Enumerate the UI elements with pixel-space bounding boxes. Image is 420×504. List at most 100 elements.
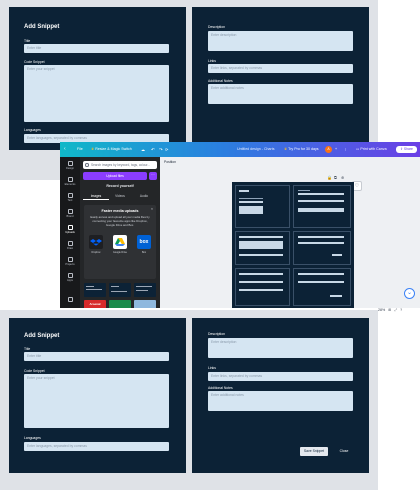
share-button[interactable]: ⇪ Share	[396, 146, 417, 153]
badge-thumbnail[interactable]	[134, 300, 156, 308]
search-icon	[85, 163, 89, 167]
box-logo-icon: box	[139, 239, 149, 245]
undo-icon[interactable]: ↶	[151, 142, 155, 157]
upload-files-button[interactable]: Upload files	[83, 172, 147, 180]
panel-title: Add Snippet	[24, 24, 60, 30]
code-snippet-label: Code Snippet	[24, 60, 45, 64]
uploads-search-input[interactable]: Search images by keyword, tags, colour..…	[83, 161, 157, 169]
faster-uploads-card: × Faster media uploads Easily access and…	[84, 205, 156, 279]
design-thumbnail	[293, 268, 351, 306]
active-tab-underline	[83, 199, 109, 200]
home-chevron-icon[interactable]: ‹	[64, 142, 66, 157]
additional-notes-label: Additional Notes	[208, 386, 233, 390]
user-avatar[interactable]: A	[325, 146, 332, 153]
rail-brand[interactable]: Brand	[60, 209, 80, 218]
duplicate-page-icon[interactable]: ⧉	[334, 175, 337, 180]
fullscreen-icon[interactable]: ⤢	[394, 308, 397, 312]
crest-thumbnail[interactable]	[109, 300, 131, 308]
rail-brand-label: Brand	[66, 215, 74, 218]
design-thumbnail	[235, 231, 290, 265]
tab-images[interactable]: Images	[83, 194, 109, 198]
scroll-down-button[interactable]: ⌄	[404, 288, 415, 299]
description-label: Description	[208, 332, 225, 336]
grid-view-icon[interactable]: ⊞	[388, 308, 391, 312]
rail-more[interactable]	[60, 297, 80, 303]
analytics-icon[interactable]: ⫶	[345, 142, 346, 157]
rail-apps[interactable]: Apps	[60, 273, 80, 282]
rail-elements[interactable]: Elements	[60, 177, 80, 186]
rail-projects[interactable]: Projects	[60, 257, 80, 266]
code-snippet-field[interactable]: Enter your snippet	[24, 374, 169, 428]
brand-icon	[67, 209, 73, 214]
add-collaborator-icon[interactable]: +	[335, 142, 337, 157]
draw-icon	[67, 241, 73, 246]
upload-thumbnail[interactable]	[84, 283, 106, 297]
upload-thumbnail[interactable]	[134, 283, 156, 297]
box-label: Box	[141, 251, 147, 254]
arsenal-thumbnail-text: Arsenal	[89, 302, 101, 306]
top-snippet-right-panel: Description Enter description Links Ente…	[192, 7, 369, 150]
print-with-canva-button[interactable]: ▭ Print with Canva	[356, 142, 387, 157]
title-field-label: Title	[24, 347, 31, 351]
design-title[interactable]: Untitled design - Charts	[237, 142, 275, 157]
rail-uploads-label: Uploads	[65, 231, 75, 234]
share-icon: ⇪	[400, 147, 403, 151]
title-field[interactable]: Enter title	[24, 44, 169, 53]
close-button[interactable]: Close	[336, 447, 352, 456]
design-page[interactable]	[232, 182, 354, 308]
design-thumbnail	[235, 268, 290, 306]
rail-text[interactable]: Text	[60, 193, 80, 202]
languages-label: Languages	[24, 128, 41, 132]
try-pro-label: Try Pro for 30 days	[288, 147, 319, 151]
description-field[interactable]: Enter description	[208, 31, 353, 51]
tab-videos[interactable]: Videos	[107, 194, 133, 198]
panel-title: Add Snippet	[24, 333, 60, 339]
rail-uploads[interactable]: Uploads	[60, 225, 80, 234]
additional-notes-label: Additional Notes	[208, 79, 233, 83]
dropbox-app[interactable]	[89, 235, 103, 249]
description-label: Description	[208, 25, 225, 29]
magic-switch-button[interactable]: ♛ Resize & Magic Switch	[91, 142, 132, 157]
links-field[interactable]: Enter links, separated by commas	[208, 64, 353, 73]
upload-more-options-button[interactable]: ···	[149, 172, 157, 180]
tab-audio[interactable]: Audio	[131, 194, 157, 198]
cloud-save-icon[interactable]: ☁	[141, 142, 145, 157]
add-page-icon[interactable]: ⊕	[341, 175, 344, 180]
rail-draw-label: Draw	[66, 247, 74, 250]
record-yourself-button[interactable]: Record yourself	[80, 184, 160, 188]
rail-design[interactable]: Design	[60, 161, 80, 170]
position-toolbar-label[interactable]: Position	[164, 160, 176, 164]
save-snippet-button[interactable]: Save Snippet	[300, 447, 328, 456]
try-pro-button[interactable]: ♛ Try Pro for 30 days	[284, 142, 319, 157]
title-field[interactable]: Enter title	[24, 352, 169, 361]
redo-icon[interactable]: ↷	[159, 142, 163, 157]
code-snippet-field[interactable]: Enter your snippet	[24, 65, 169, 122]
bottom-snippet-left-panel: Add Snippet Title Enter title Code Snipp…	[9, 318, 186, 473]
additional-notes-field[interactable]: Enter additional notes	[208, 84, 353, 104]
bottom-snippet-right-panel: Description Enter description Links Ente…	[192, 318, 369, 473]
card-heading: Faster media uploads	[101, 209, 139, 213]
upload-thumbnail[interactable]	[109, 283, 131, 297]
file-menu[interactable]: File	[77, 142, 83, 157]
additional-notes-field[interactable]: Enter additional notes	[208, 391, 353, 411]
arsenal-logo-thumbnail[interactable]: Arsenal	[84, 300, 106, 308]
rail-draw[interactable]: Draw	[60, 241, 80, 250]
description-field[interactable]: Enter description	[208, 338, 353, 358]
sync-icon[interactable]: ⟳	[165, 142, 168, 157]
languages-field[interactable]: Enter languages, separated by commas	[24, 442, 169, 451]
rail-design-label: Design	[65, 167, 75, 170]
zoom-percent[interactable]: 28%	[378, 308, 385, 312]
editor-left-rail: Design Elements Text Brand Uploads Draw …	[60, 157, 80, 308]
top-snippet-left-panel: Add Snippet Title Enter title Code Snipp…	[9, 7, 186, 150]
rail-projects-label: Projects	[65, 263, 75, 266]
links-label: Links	[208, 366, 216, 370]
links-field[interactable]: Enter links, separated by commas	[208, 372, 353, 381]
help-icon[interactable]: ?	[400, 308, 402, 312]
box-app[interactable]: box	[137, 235, 151, 249]
card-description: Easily access and upload all your media …	[90, 215, 150, 227]
magic-switch-label: Resize & Magic Switch	[95, 147, 132, 151]
languages-label: Languages	[24, 436, 41, 440]
lock-icon[interactable]: 🔒	[327, 175, 332, 180]
more-icon	[67, 297, 73, 302]
google-drive-app[interactable]	[113, 235, 127, 249]
